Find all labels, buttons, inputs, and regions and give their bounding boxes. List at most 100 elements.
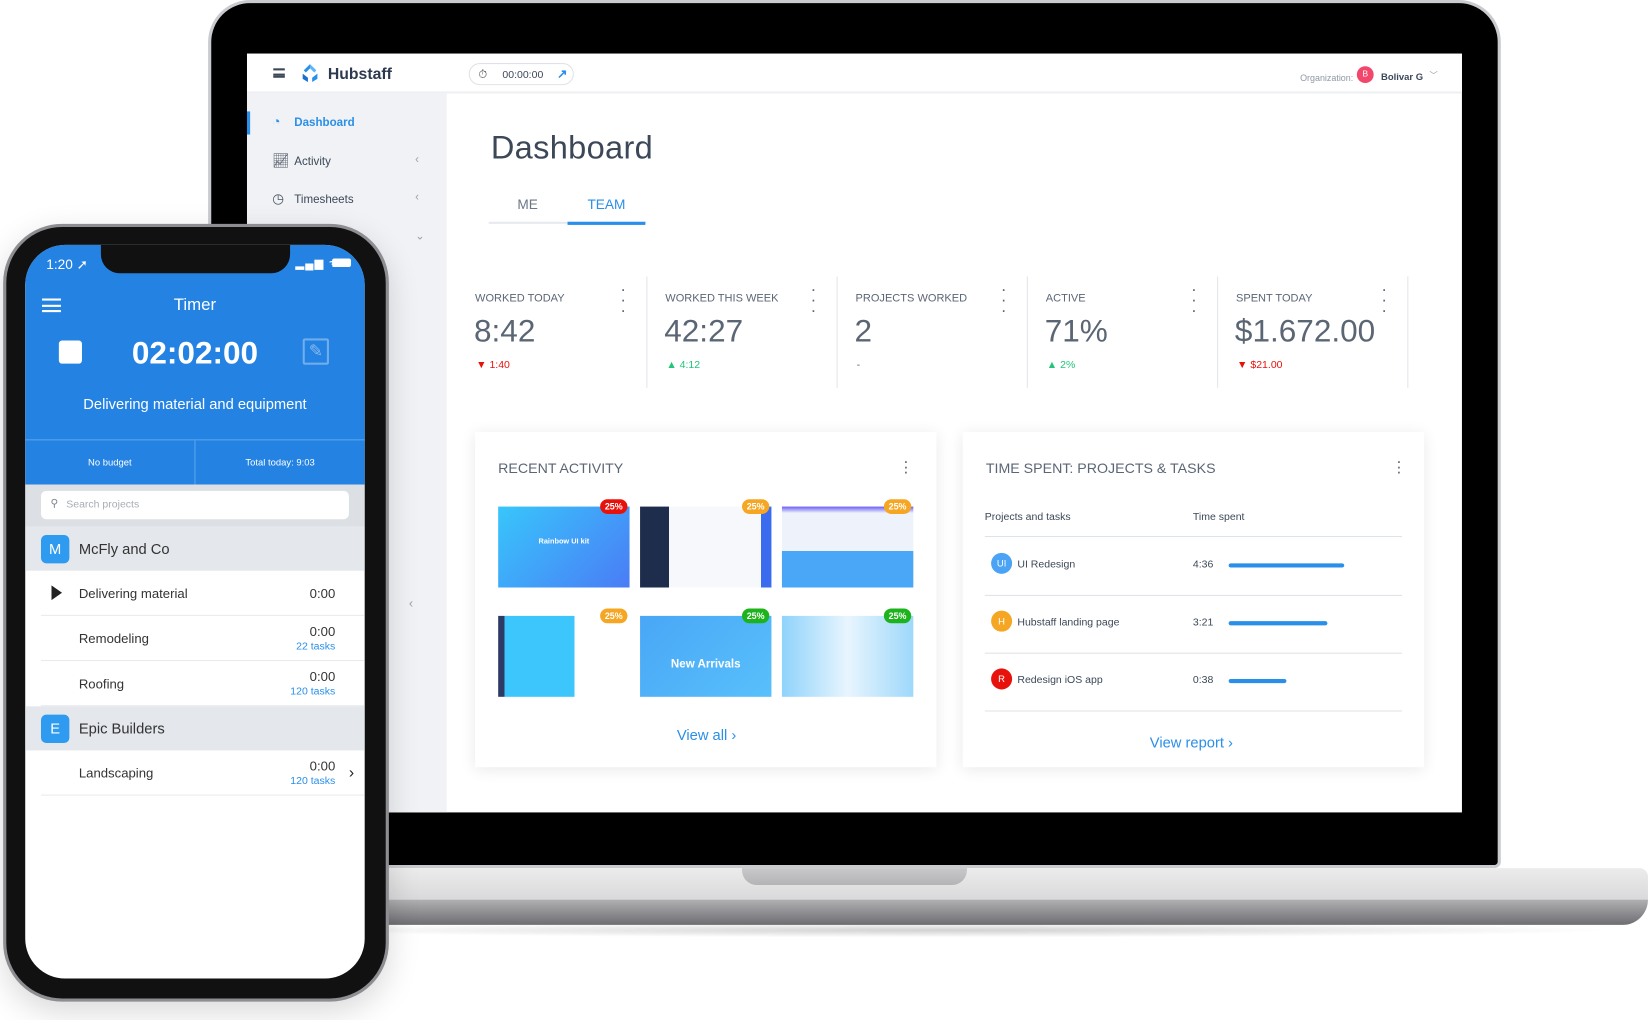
divider: [984, 536, 1403, 538]
timer-widget[interactable]: ⏱ 00:00:00 ↗: [468, 63, 574, 86]
trend-down-icon: ▼: [476, 359, 490, 372]
activity-screenshot-thumbnail[interactable]: [781, 615, 914, 697]
budget-label: No budget: [87, 457, 132, 468]
stat-label: ACTIVE: [1045, 292, 1086, 305]
stat-card: SPENT TODAY · · · $1.672.00 ▼ $21.00: [1218, 276, 1409, 388]
dashboard-tabs: ME TEAM: [488, 188, 647, 225]
project-list-item[interactable]: Delivering material 0:00: [40, 571, 365, 616]
tab-me[interactable]: ME: [489, 197, 567, 213]
project-time: 0:38: [1192, 674, 1214, 687]
activity-chart-icon: 📈︎: [272, 152, 290, 169]
activity-percent-badge: 25%: [742, 608, 770, 624]
more-options-icon[interactable]: · · ·: [1394, 454, 1405, 481]
project-time: 3:21: [1192, 616, 1214, 629]
play-icon[interactable]: [51, 585, 63, 601]
stat-change-value: $21.00: [1250, 359, 1283, 372]
stopwatch-icon: ⏱: [478, 68, 488, 81]
stat-change-value: 1:40: [489, 359, 510, 372]
total-today-label: Total today: 9:03: [245, 457, 315, 468]
view-report-link[interactable]: View report ›: [1150, 734, 1233, 751]
screen-title: Timer: [173, 296, 217, 315]
task-count[interactable]: 22 tasks: [296, 641, 335, 653]
activity-percent-badge: 25%: [883, 499, 912, 514]
project-time: 4:36: [1192, 559, 1214, 571]
edit-icon[interactable]: ✎: [302, 338, 329, 365]
search-bar: ⚲ Search projects: [25, 484, 365, 527]
stat-value: 2: [854, 314, 873, 349]
time-spent-card: TIME SPENT: PROJECTS & TASKS · · · Project…: [962, 431, 1425, 768]
laptop-screen: Hubstaff ⏱ 00:00:00 ↗ Organization: B Bo…: [246, 53, 1462, 813]
chevron-down-icon[interactable]: ﹀: [1429, 69, 1437, 81]
more-options-icon[interactable]: · · ·: [901, 454, 912, 481]
stat-change-value: 2%: [1060, 359, 1076, 372]
project-name: Redesign iOS app: [1017, 674, 1103, 687]
column-header-projects: Projects and tasks: [984, 511, 1071, 524]
view-all-link[interactable]: View all ›: [677, 726, 736, 743]
task-description: Delivering material and equipment: [83, 395, 307, 412]
stat-label: WORKED TODAY: [475, 292, 565, 305]
project-time: 0:00: [309, 669, 336, 685]
trend-down-icon: ▼: [1237, 359, 1251, 372]
project-name: UI Redesign: [1017, 559, 1076, 571]
org-avatar[interactable]: B: [1356, 66, 1374, 84]
activity-screenshot-thumbnail[interactable]: [498, 615, 630, 697]
stat-change-value: 4:12: [679, 359, 701, 372]
task-count[interactable]: 120 tasks: [290, 686, 335, 698]
project-name: Delivering material: [78, 586, 188, 602]
stat-card: WORKED THIS WEEK · · · 42:27 ▲ 4:12: [647, 276, 838, 388]
task-count[interactable]: 120 tasks: [290, 776, 335, 788]
activity-screenshot-thumbnail[interactable]: Rainbow UI kit: [498, 506, 630, 588]
sidebar-item-activity[interactable]: 📈︎ Activity ‹: [247, 146, 447, 178]
project-name: Hubstaff landing page: [1017, 616, 1120, 629]
stat-change: ▲ 4:12: [666, 359, 700, 371]
project-time: 0:00: [309, 624, 336, 640]
project-name: Landscaping: [78, 766, 154, 781]
sidebar-item-label: Activity: [294, 155, 331, 169]
hamburger-menu-icon[interactable]: [273, 68, 285, 78]
more-options-icon[interactable]: · · ·: [998, 281, 1009, 319]
project-row[interactable]: R Redesign iOS app 0:38: [985, 654, 1402, 712]
project-list-item[interactable]: Remodeling 0:00 22 tasks: [40, 616, 365, 662]
project-time: 0:00: [309, 758, 336, 774]
activity-percent-badge: 25%: [883, 608, 912, 624]
chevron-down-icon: ⌄: [415, 230, 425, 243]
project-row[interactable]: UI UI Redesign 4:36: [985, 538, 1402, 596]
project-row[interactable]: H Hubstaff landing page 3:21: [985, 596, 1402, 654]
sidebar-item-dashboard[interactable]: ◔ Dashboard: [246, 107, 447, 139]
time-progress-bar: [1228, 621, 1328, 626]
sidebar-item-timesheets[interactable]: ◷ Timesheets ‹: [247, 184, 447, 216]
client-group-header[interactable]: M McFly and Co: [25, 526, 365, 571]
clock-icon: ◷: [272, 190, 285, 206]
org-user-name[interactable]: Bolivar G: [1381, 71, 1423, 82]
project-avatar: UI: [991, 552, 1013, 574]
tab-team[interactable]: TEAM: [567, 197, 646, 225]
chevron-right-icon[interactable]: ›: [349, 764, 354, 782]
more-options-icon[interactable]: · · ·: [1189, 281, 1200, 319]
client-name: Epic Builders: [78, 719, 165, 737]
activity-screenshot-thumbnail[interactable]: New Arrivals: [640, 615, 772, 697]
more-options-icon[interactable]: · · ·: [1379, 281, 1390, 319]
more-options-icon[interactable]: · · ·: [618, 281, 629, 319]
time-progress-bar: [1228, 563, 1345, 568]
search-projects-input[interactable]: ⚲ Search projects: [40, 490, 349, 520]
page-title: Dashboard: [490, 129, 654, 167]
activity-screenshot-thumbnail[interactable]: [640, 506, 772, 588]
hubstaff-logo-icon: [302, 64, 318, 82]
trend-up-icon: ▲: [1046, 359, 1061, 372]
app-topbar: Hubstaff ⏱ 00:00:00 ↗ Organization: B Bo…: [246, 53, 1462, 94]
project-list-item[interactable]: Roofing 0:00 120 tasks: [40, 661, 365, 707]
stat-label: PROJECTS WORKED: [855, 292, 968, 305]
activity-screenshot-thumbnail[interactable]: [781, 506, 914, 588]
collapse-sidebar-icon[interactable]: ‹: [409, 596, 413, 611]
project-list-item[interactable]: Landscaping 0:00 120 tasks ›: [40, 750, 365, 796]
client-group-header[interactable]: E Epic Builders: [25, 706, 365, 751]
divider: [984, 710, 1403, 712]
more-options-icon[interactable]: · · ·: [808, 281, 819, 319]
card-title: TIME SPENT: PROJECTS & TASKS: [985, 460, 1216, 477]
project-avatar: R: [991, 668, 1013, 690]
stat-card: WORKED TODAY · · · 8:42 ▼ 1:40: [457, 276, 648, 388]
stat-change: ▼ $21.00: [1237, 359, 1282, 371]
open-timer-arrow-icon[interactable]: ↗: [557, 66, 568, 81]
stat-change: ▼ 1:40: [476, 359, 510, 371]
thumbnail-caption: Rainbow UI kit: [538, 538, 590, 546]
